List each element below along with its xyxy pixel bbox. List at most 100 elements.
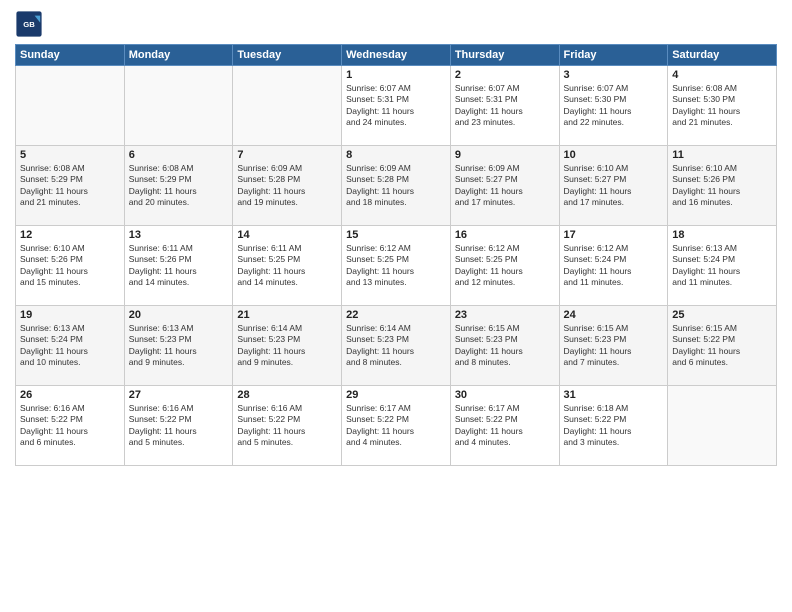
calendar-cell: 30Sunrise: 6:17 AMSunset: 5:22 PMDayligh…	[450, 386, 559, 466]
day-header: Wednesday	[342, 45, 451, 66]
calendar-cell: 6 Sunrise: 6:08 AMSunset: 5:29 PMDaylight…	[124, 146, 233, 226]
day-info: Sunrise: 6:15 AMSunset: 5:22 PMDaylight:…	[672, 323, 772, 369]
day-info: Sunrise: 6:08 AMSunset: 5:29 PMDaylight:…	[129, 163, 229, 209]
day-info: Sunrise: 6:07 AMSunset: 5:31 PMDaylight:…	[346, 83, 446, 129]
day-info: Sunrise: 6:12 AMSunset: 5:24 PMDaylight:…	[564, 243, 664, 289]
day-info: Sunrise: 6:07 AMSunset: 5:31 PMDaylight:…	[455, 83, 555, 129]
day-info: Sunrise: 6:11 AMSunset: 5:26 PMDaylight:…	[129, 243, 229, 289]
calendar-cell: 19 Sunrise: 6:13 AMSunset: 5:24 PMDayligh…	[16, 306, 125, 386]
day-number: 18	[672, 229, 772, 241]
calendar-cell: 28 Sunrise: 6:16 AMSunset: 5:22 PMDayligh…	[233, 386, 342, 466]
day-info: Sunrise: 6:16 AMSunset: 5:22 PMDaylight:…	[20, 403, 120, 449]
calendar-cell: 21Sunrise: 6:14 AMSunset: 5:23 PMDayligh…	[233, 306, 342, 386]
day-info: Sunrise: 6:09 AMSunset: 5:28 PMDaylight:…	[346, 163, 446, 209]
calendar-cell	[16, 66, 125, 146]
calendar-cell	[124, 66, 233, 146]
calendar-cell: 2 Sunrise: 6:07 AMSunset: 5:31 PMDaylight…	[450, 66, 559, 146]
day-info: Sunrise: 6:13 AMSunset: 5:24 PMDaylight:…	[20, 323, 120, 369]
calendar-cell: 10 Sunrise: 6:10 AMSunset: 5:27 PMDayligh…	[559, 146, 668, 226]
logo: GB	[15, 10, 47, 38]
day-number: 16	[455, 229, 555, 241]
calendar-cell: 12 Sunrise: 6:10 AMSunset: 5:26 PMDayligh…	[16, 226, 125, 306]
day-number: 28	[237, 389, 337, 401]
day-info: Sunrise: 6:10 AMSunset: 5:26 PMDaylight:…	[20, 243, 120, 289]
calendar-cell: 14Sunrise: 6:11 AMSunset: 5:25 PMDayligh…	[233, 226, 342, 306]
day-number: 1	[346, 69, 446, 81]
day-number: 26	[20, 389, 120, 401]
day-number: 15	[346, 229, 446, 241]
day-number: 24	[564, 309, 664, 321]
day-info: Sunrise: 6:09 AMSunset: 5:27 PMDaylight:…	[455, 163, 555, 209]
day-info: Sunrise: 6:16 AMSunset: 5:22 PMDaylight:…	[129, 403, 229, 449]
day-number: 7	[237, 149, 337, 161]
calendar-cell: 1 Sunrise: 6:07 AMSunset: 5:31 PMDaylight…	[342, 66, 451, 146]
day-info: Sunrise: 6:17 AMSunset: 5:22 PMDaylight:…	[455, 403, 555, 449]
day-header: Sunday	[16, 45, 125, 66]
day-info: Sunrise: 6:12 AMSunset: 5:25 PMDaylight:…	[455, 243, 555, 289]
day-info: Sunrise: 6:07 AMSunset: 5:30 PMDaylight:…	[564, 83, 664, 129]
day-number: 11	[672, 149, 772, 161]
day-number: 27	[129, 389, 229, 401]
day-number: 23	[455, 309, 555, 321]
day-number: 3	[564, 69, 664, 81]
header-row: SundayMondayTuesdayWednesdayThursdayFrid…	[16, 45, 777, 66]
day-number: 9	[455, 149, 555, 161]
day-number: 21	[237, 309, 337, 321]
calendar-cell: 4Sunrise: 6:08 AMSunset: 5:30 PMDaylight…	[668, 66, 777, 146]
calendar-cell: 27 Sunrise: 6:16 AMSunset: 5:22 PMDayligh…	[124, 386, 233, 466]
day-number: 29	[346, 389, 446, 401]
day-number: 12	[20, 229, 120, 241]
calendar-cell: 25 Sunrise: 6:15 AMSunset: 5:22 PMDayligh…	[668, 306, 777, 386]
calendar-week-row: 5Sunrise: 6:08 AMSunset: 5:29 PMDaylight…	[16, 146, 777, 226]
day-info: Sunrise: 6:08 AMSunset: 5:29 PMDaylight:…	[20, 163, 120, 209]
calendar-cell: 29 Sunrise: 6:17 AMSunset: 5:22 PMDayligh…	[342, 386, 451, 466]
day-info: Sunrise: 6:17 AMSunset: 5:22 PMDaylight:…	[346, 403, 446, 449]
day-number: 14	[237, 229, 337, 241]
calendar-week-row: 19 Sunrise: 6:13 AMSunset: 5:24 PMDayligh…	[16, 306, 777, 386]
day-info: Sunrise: 6:15 AMSunset: 5:23 PMDaylight:…	[564, 323, 664, 369]
day-info: Sunrise: 6:09 AMSunset: 5:28 PMDaylight:…	[237, 163, 337, 209]
day-number: 19	[20, 309, 120, 321]
day-info: Sunrise: 6:14 AMSunset: 5:23 PMDaylight:…	[346, 323, 446, 369]
calendar-cell: 8 Sunrise: 6:09 AMSunset: 5:28 PMDaylight…	[342, 146, 451, 226]
calendar-cell: 18 Sunrise: 6:13 AMSunset: 5:24 PMDayligh…	[668, 226, 777, 306]
calendar-cell: 20 Sunrise: 6:13 AMSunset: 5:23 PMDayligh…	[124, 306, 233, 386]
calendar-cell: 31 Sunrise: 6:18 AMSunset: 5:22 PMDayligh…	[559, 386, 668, 466]
calendar-week-row: 12 Sunrise: 6:10 AMSunset: 5:26 PMDayligh…	[16, 226, 777, 306]
day-info: Sunrise: 6:10 AMSunset: 5:27 PMDaylight:…	[564, 163, 664, 209]
day-info: Sunrise: 6:13 AMSunset: 5:24 PMDaylight:…	[672, 243, 772, 289]
calendar-week-row: 26 Sunrise: 6:16 AMSunset: 5:22 PMDayligh…	[16, 386, 777, 466]
calendar-cell: 3 Sunrise: 6:07 AMSunset: 5:30 PMDaylight…	[559, 66, 668, 146]
header: GB	[15, 10, 777, 38]
day-info: Sunrise: 6:13 AMSunset: 5:23 PMDaylight:…	[129, 323, 229, 369]
calendar-cell: 16 Sunrise: 6:12 AMSunset: 5:25 PMDayligh…	[450, 226, 559, 306]
calendar-cell: 11 Sunrise: 6:10 AMSunset: 5:26 PMDayligh…	[668, 146, 777, 226]
calendar-week-row: 1 Sunrise: 6:07 AMSunset: 5:31 PMDaylight…	[16, 66, 777, 146]
day-number: 10	[564, 149, 664, 161]
calendar-page: GB SundayMondayTuesdayWednesdayThursdayF…	[0, 0, 792, 612]
day-header: Saturday	[668, 45, 777, 66]
day-header: Thursday	[450, 45, 559, 66]
calendar-cell: 26 Sunrise: 6:16 AMSunset: 5:22 PMDayligh…	[16, 386, 125, 466]
calendar-cell: 23Sunrise: 6:15 AMSunset: 5:23 PMDayligh…	[450, 306, 559, 386]
day-number: 20	[129, 309, 229, 321]
day-info: Sunrise: 6:12 AMSunset: 5:25 PMDaylight:…	[346, 243, 446, 289]
calendar-cell	[668, 386, 777, 466]
calendar-cell: 7 Sunrise: 6:09 AMSunset: 5:28 PMDaylight…	[233, 146, 342, 226]
calendar-cell: 9 Sunrise: 6:09 AMSunset: 5:27 PMDaylight…	[450, 146, 559, 226]
day-info: Sunrise: 6:10 AMSunset: 5:26 PMDaylight:…	[672, 163, 772, 209]
day-number: 17	[564, 229, 664, 241]
day-number: 31	[564, 389, 664, 401]
day-header: Tuesday	[233, 45, 342, 66]
day-header: Friday	[559, 45, 668, 66]
day-info: Sunrise: 6:18 AMSunset: 5:22 PMDaylight:…	[564, 403, 664, 449]
day-number: 25	[672, 309, 772, 321]
day-number: 2	[455, 69, 555, 81]
day-number: 8	[346, 149, 446, 161]
day-info: Sunrise: 6:16 AMSunset: 5:22 PMDaylight:…	[237, 403, 337, 449]
calendar-cell: 5Sunrise: 6:08 AMSunset: 5:29 PMDaylight…	[16, 146, 125, 226]
calendar-cell: 24 Sunrise: 6:15 AMSunset: 5:23 PMDayligh…	[559, 306, 668, 386]
calendar-cell: 22Sunrise: 6:14 AMSunset: 5:23 PMDayligh…	[342, 306, 451, 386]
day-number: 6	[129, 149, 229, 161]
day-header: Monday	[124, 45, 233, 66]
